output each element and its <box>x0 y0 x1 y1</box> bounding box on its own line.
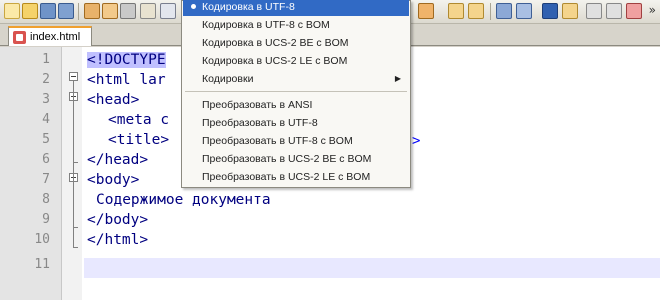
tab-label: index.html <box>30 31 81 43</box>
menu-item-label: Кодировка в UCS-2 BE с BOM <box>202 37 349 49</box>
close-all-icon[interactable] <box>102 3 118 19</box>
code-line: 9 </body> <box>0 210 660 230</box>
line-number: 6 <box>42 152 50 167</box>
all-chars-icon[interactable] <box>542 3 558 19</box>
menu-item-label: Преобразовать в UTF-8 с BOM <box>202 135 353 147</box>
code-line: 11 <box>0 255 660 275</box>
menu-item-convert-utf8[interactable]: Преобразовать в UTF-8 <box>183 114 409 132</box>
menu-item-utf8[interactable]: Кодировка в UTF-8 <box>183 0 409 16</box>
sync-scroll-icon[interactable] <box>496 3 512 19</box>
code-text: <html lar <box>87 72 166 88</box>
menu-item-label: Преобразовать в UCS-2 BE с BOM <box>202 153 372 165</box>
tab-index-html[interactable]: index.html <box>8 26 92 46</box>
line-number: 7 <box>42 172 50 187</box>
word-wrap-icon[interactable] <box>516 3 532 19</box>
code-line: 8 Содержимое документа <box>0 190 660 210</box>
menu-item-label: Кодировка в UTF-8 с BOM <box>202 19 330 31</box>
run-icon[interactable] <box>626 3 642 19</box>
macro-play-icon[interactable] <box>606 3 622 19</box>
line-number: 2 <box>42 72 50 87</box>
line-number: 3 <box>42 92 50 107</box>
code-token: <!DOCTYPE <box>87 52 166 68</box>
code-text: <title> <box>108 132 170 148</box>
code-text: <head> <box>87 92 140 108</box>
code-text: <!DOCTYPE <box>87 50 166 70</box>
macro-record-icon[interactable] <box>586 3 602 19</box>
toolbar-overflow-icon[interactable]: » <box>649 3 656 17</box>
menu-item-label: Преобразовать в UTF-8 <box>202 117 318 129</box>
code-text: </body> <box>87 212 149 228</box>
menu-item-label: Преобразовать в UCS-2 LE с BOM <box>202 171 371 183</box>
menu-item-convert-ucs2-be-bom[interactable]: Преобразовать в UCS-2 BE с BOM <box>183 150 409 168</box>
menu-item-ucs2-be-bom[interactable]: Кодировка в UCS-2 BE с BOM <box>183 34 409 52</box>
menu-item-label: Кодировка в UCS-2 LE с BOM <box>202 55 348 67</box>
encoding-menu: Кодировка в UTF-8 Кодировка в UTF-8 с BO… <box>181 0 411 188</box>
new-file-icon[interactable] <box>4 3 20 19</box>
line-number: 11 <box>34 257 50 272</box>
line-number: 8 <box>42 192 50 207</box>
menu-item-label: Кодировки <box>202 73 254 85</box>
code-text: </html> <box>87 232 149 248</box>
menu-item-utf8-bom[interactable]: Кодировка в UTF-8 с BOM <box>183 16 409 34</box>
save-icon[interactable] <box>40 3 56 19</box>
code-text: <body> <box>87 172 140 188</box>
menu-item-convert-ansi[interactable]: Преобразовать в ANSI <box>183 96 409 114</box>
line-number: 9 <box>42 212 50 227</box>
menu-item-convert-utf8-bom[interactable]: Преобразовать в UTF-8 с BOM <box>183 132 409 150</box>
zoom-icon[interactable] <box>448 3 464 19</box>
indent-guide-icon[interactable] <box>562 3 578 19</box>
cut-icon[interactable] <box>140 3 156 19</box>
menu-item-encodings[interactable]: Кодировки ▶ <box>183 70 409 88</box>
menu-item-ucs2-le-bom[interactable]: Кодировка в UCS-2 LE с BOM <box>183 52 409 70</box>
code-fragment: > <box>412 133 421 149</box>
replace-icon[interactable] <box>468 3 484 19</box>
save-all-icon[interactable] <box>58 3 74 19</box>
radio-bullet-icon <box>191 4 196 9</box>
code-text: </head> <box>87 152 149 168</box>
line-number: 10 <box>34 232 50 247</box>
toolbar-separator <box>490 3 491 20</box>
menu-item-label: Преобразовать в ANSI <box>202 99 313 111</box>
toolbar-separator <box>78 3 79 20</box>
code-line: 10 </html> <box>0 230 660 250</box>
menu-item-convert-ucs2-le-bom[interactable]: Преобразовать в UCS-2 LE с BOM <box>183 168 409 186</box>
code-text: <meta c <box>108 112 170 128</box>
close-file-icon[interactable] <box>84 3 100 19</box>
submenu-arrow-icon: ▶ <box>394 74 401 83</box>
code-text: Содержимое документа <box>96 192 271 208</box>
line-number: 1 <box>42 52 50 67</box>
print-icon[interactable] <box>120 3 136 19</box>
line-number: 4 <box>42 112 50 127</box>
menu-item-label: Кодировка в UTF-8 <box>202 1 295 13</box>
find-icon[interactable] <box>418 3 434 19</box>
line-number: 5 <box>42 132 50 147</box>
file-modified-icon <box>13 30 26 44</box>
copy-icon[interactable] <box>160 3 176 19</box>
open-file-icon[interactable] <box>22 3 38 19</box>
menu-separator <box>185 91 407 92</box>
